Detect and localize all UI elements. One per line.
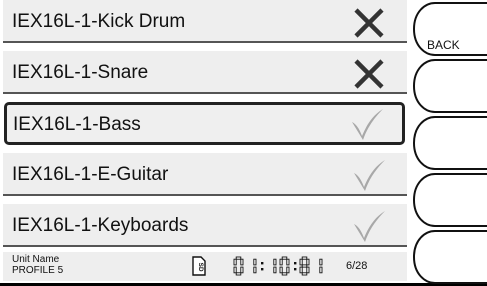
counter-segment xyxy=(301,256,308,260)
unit-name: Unit Name PROFILE 5 xyxy=(12,254,63,276)
counter-segment xyxy=(235,272,242,276)
sd-label: SD xyxy=(197,262,204,271)
page-indicator: 6/28 xyxy=(346,260,368,272)
check-mark-icon xyxy=(352,109,383,140)
counter-segment xyxy=(235,256,242,260)
counter-segment xyxy=(240,266,244,274)
counter-segment xyxy=(306,266,310,274)
back-label: BACK xyxy=(427,38,460,52)
side-button-5[interactable] xyxy=(405,228,487,286)
counter-segment xyxy=(301,272,308,276)
status-bar: Unit Name PROFILE 5 SD 6/28 xyxy=(3,252,407,281)
channel-row[interactable]: IEX16L-1-Snare xyxy=(3,51,407,94)
counter-segment xyxy=(253,258,257,266)
profile-name: PROFILE 5 xyxy=(12,265,64,276)
channel-row[interactable]: IEX16L-1-Kick Drum xyxy=(3,0,407,43)
side-button-4[interactable] xyxy=(405,171,487,229)
counter-segment xyxy=(301,264,308,268)
counter-segment xyxy=(281,272,288,276)
x-mark-icon xyxy=(354,8,384,38)
channel-row[interactable]: IEX16L-1-E-Guitar xyxy=(3,153,407,196)
counter-colon-dot xyxy=(294,268,297,271)
side-button-3[interactable] xyxy=(405,114,487,172)
side-button-2[interactable] xyxy=(405,57,487,115)
sd-card-icon: SD xyxy=(192,256,206,276)
counter-segment xyxy=(319,266,323,274)
counter-segment xyxy=(319,258,323,266)
counter-segment xyxy=(279,258,283,266)
counter-segment xyxy=(299,258,303,266)
counter-colon-dot xyxy=(261,262,264,265)
channel-list: IEX16L-1-Kick Drum IEX16L-1-Snare IEX16L… xyxy=(0,0,410,250)
channel-row-selected[interactable]: IEX16L-1-Bass xyxy=(4,102,405,145)
x-mark-icon xyxy=(354,59,384,89)
device-screen: IEX16L-1-Kick Drum IEX16L-1-Snare IEX16L… xyxy=(0,0,487,286)
counter-segment xyxy=(286,258,290,266)
counter-colon-dot xyxy=(294,262,297,265)
channel-label: IEX16L-1-Bass xyxy=(13,114,141,135)
counter-segment xyxy=(306,258,310,266)
counter-segment xyxy=(273,266,277,274)
unit-name-label: Unit Name xyxy=(12,254,60,265)
counter-segment xyxy=(253,266,257,274)
counter-segment xyxy=(279,266,283,274)
side-buttons: BACK xyxy=(405,0,487,286)
time-counter xyxy=(233,256,323,276)
counter-segment xyxy=(240,258,244,266)
counter-segment xyxy=(233,266,237,274)
check-mark-icon xyxy=(354,211,385,242)
channel-label: IEX16L-1-Snare xyxy=(12,62,149,83)
counter-segment xyxy=(286,266,290,274)
counter-segment xyxy=(281,256,288,260)
counter-segment xyxy=(299,266,303,274)
counter-segment xyxy=(233,258,237,266)
counter-segment xyxy=(273,258,277,266)
channel-label: IEX16L-1-Kick Drum xyxy=(12,11,186,32)
back-button[interactable]: BACK xyxy=(405,0,487,58)
check-mark-icon xyxy=(354,160,385,191)
channel-label: IEX16L-1-Keyboards xyxy=(12,215,189,236)
channel-label: IEX16L-1-E-Guitar xyxy=(12,164,169,185)
channel-row[interactable]: IEX16L-1-Keyboards xyxy=(3,204,407,247)
counter-colon-dot xyxy=(261,268,264,271)
